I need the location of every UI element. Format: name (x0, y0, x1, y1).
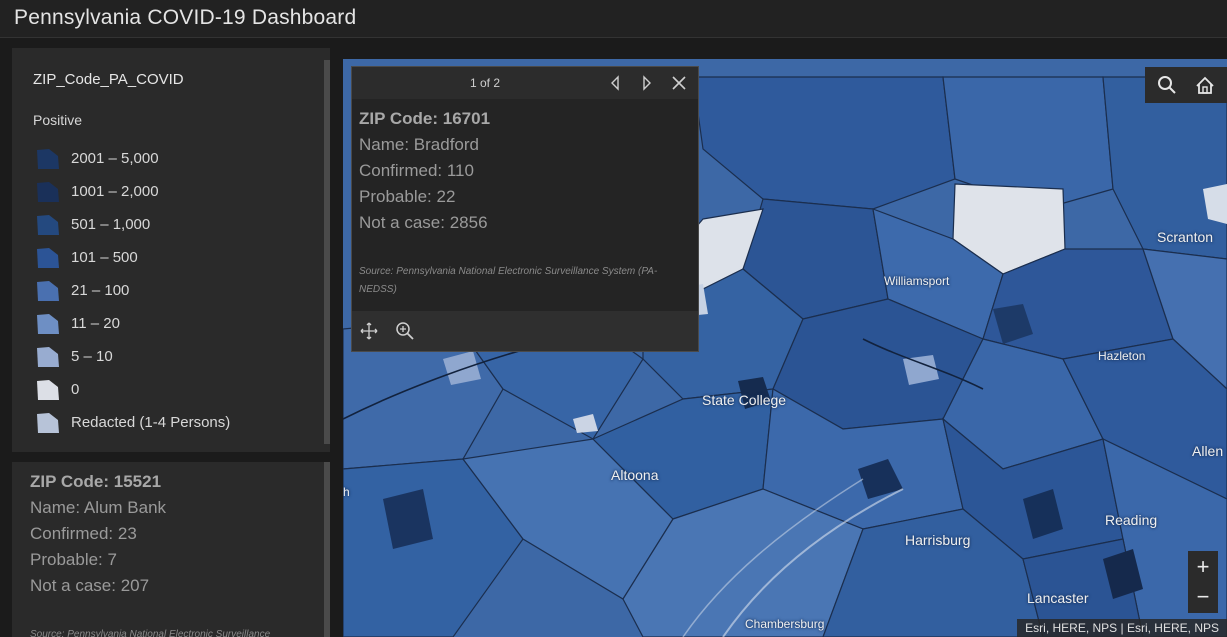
city-label-harrisburg: Harrisburg (905, 532, 971, 548)
legend-item-label: 21 – 100 (71, 282, 130, 299)
city-label-chambersburg: Chambersburg (745, 617, 825, 631)
legend-item-label: Redacted (1-4 Persons) (71, 414, 231, 431)
legend-item: 2001 – 5,000 (36, 142, 230, 175)
app-title: Pennsylvania COVID-19 Dashboard (14, 6, 357, 29)
legend-item: 501 – 1,000 (36, 208, 230, 241)
popup-confirmed: Confirmed: 110 (359, 161, 474, 180)
legend-item-label: 2001 – 5,000 (71, 150, 159, 167)
popup-footer (352, 311, 698, 351)
zoom-in-button[interactable]: + (1188, 552, 1218, 582)
legend-swatch (37, 181, 59, 202)
city-label-reading: Reading (1105, 512, 1158, 528)
search-icon[interactable] (1149, 67, 1185, 103)
legend-item: 0 (36, 373, 230, 406)
popup-source-note: Source: Pennsylvania National Electronic… (359, 266, 658, 295)
map-toolbar (1145, 67, 1227, 103)
confirmed-count: Confirmed: 23 (30, 524, 137, 543)
city-label-lancaster: Lancaster (1027, 590, 1089, 606)
pan-to-icon[interactable] (358, 320, 380, 342)
feature-details-panel: ZIP Code: 15521 Name: Alum Bank Confirme… (12, 462, 330, 637)
city-label-altoona: Altoona (611, 467, 659, 483)
popup-probable: Probable: 22 (359, 187, 456, 206)
map-attribution[interactable]: Esri, HERE, NPS | Esri, HERE, NPS (1017, 619, 1227, 637)
popup-header: 1 of 2 (352, 67, 698, 99)
legend-item: Redacted (1-4 Persons) (36, 406, 230, 439)
city-label-allentown: Allen (1192, 443, 1224, 459)
zip-name: Name: Alum Bank (30, 498, 167, 517)
legend-item-label: 5 – 10 (71, 348, 113, 365)
legend-item-label: 0 (71, 381, 80, 398)
zoom-control: + − (1188, 551, 1218, 613)
legend-item: 11 – 20 (36, 307, 230, 340)
legend-scrollbar[interactable] (324, 60, 330, 444)
legend-item: 1001 – 2,000 (36, 175, 230, 208)
legend-swatch (37, 412, 59, 433)
legend-swatch (37, 379, 59, 400)
data-source-note: Source: Pennsylvania National Electronic… (30, 629, 271, 637)
legend-field-name: Positive (33, 112, 83, 128)
legend-item-label: 1001 – 2,000 (71, 183, 159, 200)
details-scrollbar[interactable] (324, 462, 330, 637)
city-label-williamsport: Williamsport (884, 274, 950, 288)
city-label-scranton: Scranton (1157, 229, 1214, 245)
legend-item: 5 – 10 (36, 340, 230, 373)
legend-panel: ZIP_Code_PA_COVID Positive 2001 – 5,000 … (12, 48, 330, 452)
legend-swatch (37, 214, 59, 235)
legend-swatch (37, 313, 59, 334)
chevron-left-icon[interactable] (604, 72, 626, 94)
city-label-state-college: State College (702, 392, 787, 408)
city-label-hazleton: Hazleton (1098, 349, 1146, 363)
zoom-out-button[interactable]: − (1188, 582, 1218, 612)
legend-item-label: 501 – 1,000 (71, 216, 151, 233)
chevron-right-icon[interactable] (636, 72, 658, 94)
home-icon[interactable] (1187, 67, 1223, 103)
title-bar: Pennsylvania COVID-19 Dashboard (0, 0, 1227, 38)
popup-name: Name: Bradford (359, 135, 479, 154)
popup-not-a-case: Not a case: 2856 (359, 213, 488, 232)
map-edge-label: h (343, 485, 350, 499)
not-a-case-count: Not a case: 207 (30, 576, 150, 595)
legend-layer-title: ZIP_Code_PA_COVID (33, 71, 184, 88)
legend-item-label: 101 – 500 (71, 249, 138, 266)
legend-swatch (37, 280, 59, 301)
legend-swatch (37, 346, 59, 367)
legend-item: 21 – 100 (36, 274, 230, 307)
legend-item: 101 – 500 (36, 241, 230, 274)
probable-count: Probable: 7 (30, 550, 117, 569)
zoom-to-icon[interactable] (394, 320, 416, 342)
legend-item-label: 11 – 20 (71, 315, 120, 332)
feature-popup: 1 of 2 ZIP Code: 16701 Name: Bradford Co… (351, 66, 699, 352)
popup-pager: 1 of 2 (470, 76, 501, 90)
legend-swatch (37, 148, 59, 169)
popup-zip-heading: ZIP Code: 16701 (359, 109, 491, 128)
legend-swatch (37, 247, 59, 268)
close-icon[interactable] (668, 72, 690, 94)
zip-code-heading: ZIP Code: 15521 (30, 472, 162, 491)
legend-list: 2001 – 5,000 1001 – 2,000 501 – 1,000 10… (36, 142, 230, 439)
